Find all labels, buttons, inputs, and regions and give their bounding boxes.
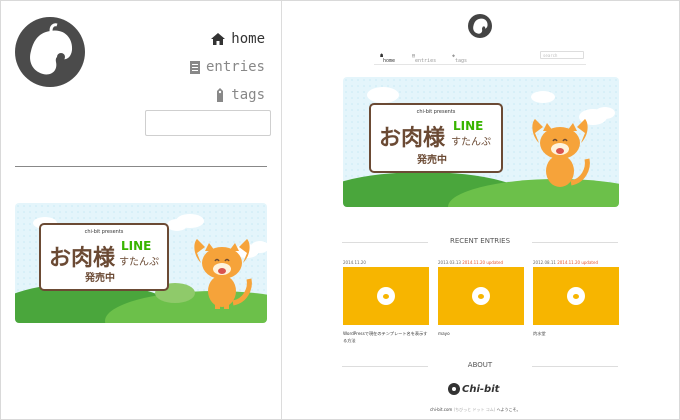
brand-logo: Chi-bit bbox=[448, 383, 499, 395]
banner-title: お肉様 bbox=[49, 246, 116, 271]
preview-nav-tags[interactable]: ◆ tags bbox=[452, 53, 467, 64]
preview-nav-home-label: home bbox=[383, 58, 396, 64]
banner-card: chi-bit presents お肉様 LINE すたんぷ 発売中 bbox=[39, 223, 169, 291]
preview-nav-home[interactable]: ☗ home bbox=[380, 53, 395, 64]
document-icon bbox=[189, 60, 200, 74]
nav-label-entries: entries bbox=[205, 59, 265, 75]
entry-date: 2014.11.20 bbox=[343, 260, 366, 265]
entry-title[interactable]: mayo bbox=[438, 330, 524, 337]
chibit-logo-icon bbox=[448, 383, 460, 395]
entry-card[interactable]: 2013.03.13 2014.11.20 updated mayo bbox=[438, 260, 524, 337]
preview-banner-line: LINE bbox=[453, 119, 484, 133]
brand-name: Chi-bit bbox=[462, 383, 500, 395]
tiger-mascot-icon bbox=[194, 239, 252, 309]
welcome-host-reading: (ちびっと ドット コム) bbox=[453, 407, 496, 412]
preview-nav-entries[interactable]: ▤ entries bbox=[412, 53, 436, 64]
entry-date: 2013.03.13 bbox=[438, 260, 461, 265]
preview-promo-banner[interactable]: chi-bit presents お肉様 LINE すたんぷ 発売中 bbox=[343, 77, 619, 207]
nav-item-home[interactable]: home bbox=[190, 25, 265, 53]
entry-updated: 2014.11.20 updated bbox=[557, 260, 598, 265]
browser-frame: home entries tags chi-bit presents お肉様 L… bbox=[0, 0, 680, 420]
nav-divider bbox=[15, 166, 267, 167]
welcome-host[interactable]: chi-bit.com bbox=[430, 407, 452, 412]
banner-sale: 発売中 bbox=[85, 273, 115, 284]
tag-icon bbox=[217, 88, 224, 102]
home-icon bbox=[211, 33, 226, 45]
entry-meta: 2013.03.13 2014.11.20 updated bbox=[438, 260, 524, 267]
chibit-logo-icon bbox=[30, 23, 73, 75]
entry-title[interactable]: WordPressで現在のテンプレート名を表示する方法 bbox=[343, 330, 429, 344]
mobile-view: home entries tags chi-bit presents お肉様 L… bbox=[1, 1, 282, 419]
promo-banner[interactable]: chi-bit presents お肉様 LINE すたんぷ 発売中 bbox=[15, 203, 267, 323]
entry-thumbnail[interactable] bbox=[438, 267, 524, 325]
preview-tiger-mascot-icon bbox=[532, 119, 590, 187]
preview-nav: ☗ home ▤ entries ◆ tags search bbox=[374, 48, 586, 65]
chibit-logo-icon bbox=[377, 287, 395, 305]
entry-card[interactable]: 2014.11.20 WordPressで現在のテンプレート名を表示する方法 bbox=[343, 260, 429, 344]
entry-date: 2012.08.11 bbox=[533, 260, 556, 265]
chibit-logo-icon bbox=[567, 287, 585, 305]
preview-banner-presents: chi-bit presents bbox=[416, 109, 456, 115]
entry-thumbnail[interactable] bbox=[533, 267, 619, 325]
main-nav: home entries tags bbox=[189, 25, 265, 109]
banner-presents: chi-bit presents bbox=[84, 229, 124, 235]
preview-site-logo[interactable] bbox=[468, 14, 492, 38]
site-logo[interactable] bbox=[15, 17, 85, 87]
nav-item-entries[interactable]: entries bbox=[189, 53, 265, 81]
banner-line: LINE bbox=[121, 239, 152, 253]
search-input[interactable] bbox=[145, 110, 271, 136]
desktop-view: ☗ home ▤ entries ◆ tags search chi-bit p… bbox=[282, 1, 679, 419]
entry-meta: 2012.08.11 2014.11.20 updated bbox=[533, 260, 619, 267]
entry-meta: 2014.11.20 bbox=[343, 260, 429, 267]
preview-banner-subtitle: すたんぷ bbox=[451, 137, 491, 148]
entry-updated: 2014.11.20 updated bbox=[462, 260, 503, 265]
chibit-logo-icon bbox=[472, 287, 490, 305]
chibit-logo-icon bbox=[473, 18, 488, 34]
preview-banner-sale: 発売中 bbox=[417, 155, 447, 166]
preview-nav-tags-label: tags bbox=[455, 58, 468, 64]
preview-banner-card: chi-bit presents お肉様 LINE すたんぷ 発売中 bbox=[369, 103, 503, 173]
entry-title[interactable]: 灼水堂 bbox=[533, 330, 619, 337]
entry-card[interactable]: 2012.08.11 2014.11.20 updated 灼水堂 bbox=[533, 260, 619, 337]
welcome-text: chi-bit.com (ちびっと ドット コム) へようこそ。 bbox=[430, 407, 521, 413]
nav-item-tags[interactable]: tags bbox=[190, 81, 265, 109]
nav-label-home: home bbox=[231, 31, 265, 47]
preview-banner-title: お肉様 bbox=[379, 126, 446, 151]
nav-label-tags: tags bbox=[231, 87, 265, 103]
recent-entries-heading: RECENT ENTRIES bbox=[342, 237, 618, 247]
about-heading: ABOUT bbox=[342, 361, 618, 371]
welcome-tail: へようこそ。 bbox=[496, 407, 521, 412]
entry-thumbnail[interactable] bbox=[343, 267, 429, 325]
preview-nav-entries-label: entries bbox=[415, 58, 437, 64]
preview-search-input[interactable]: search bbox=[540, 51, 584, 59]
banner-subtitle: すたんぷ bbox=[119, 257, 159, 268]
